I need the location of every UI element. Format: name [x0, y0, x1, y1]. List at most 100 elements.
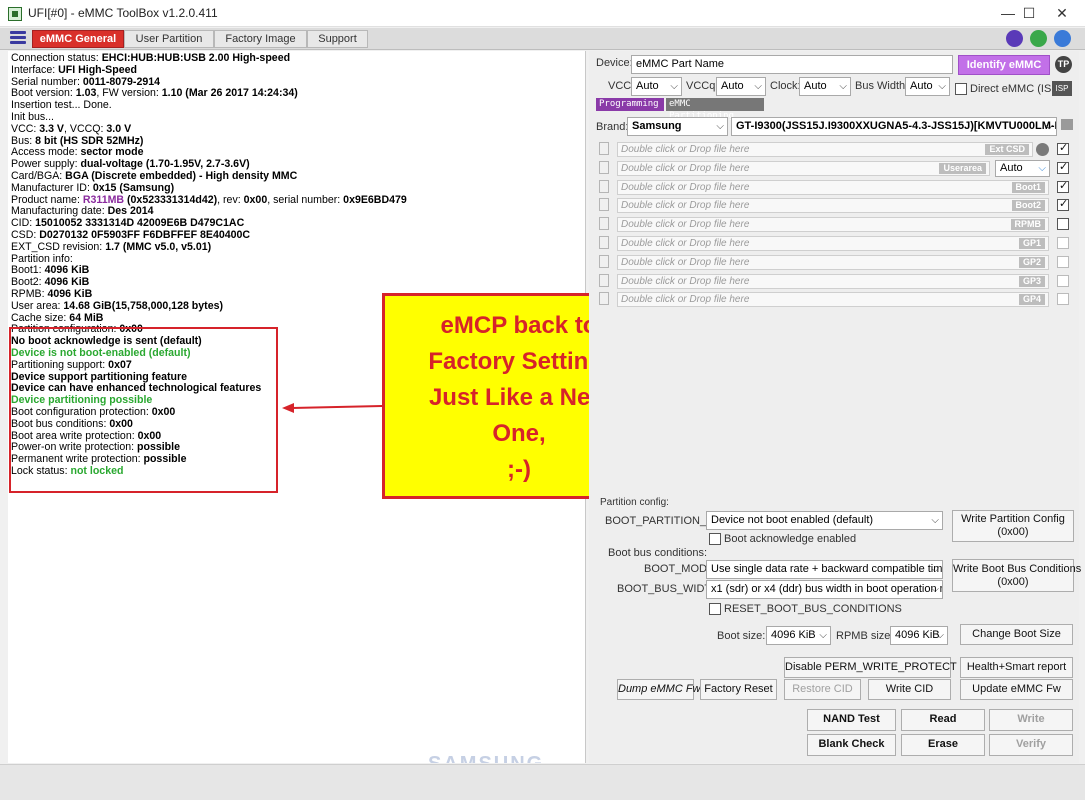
log-segment: RPMB:: [11, 288, 48, 300]
partition-checkbox[interactable]: [1057, 141, 1069, 155]
erase-button[interactable]: Erase: [901, 734, 985, 756]
file-drop-field[interactable]: Double click or Drop file here GP4: [617, 292, 1049, 308]
subtab-programming[interactable]: Programming: [596, 98, 664, 111]
log-segment: Card/BGA:: [11, 170, 66, 182]
health-smart-report-button[interactable]: Health+Smart report: [960, 657, 1073, 678]
log-segment: Interface:: [11, 63, 59, 76]
vcc-select[interactable]: Auto ⌵: [631, 77, 682, 96]
partition-checkbox[interactable]: [1057, 197, 1069, 212]
file-drop-field[interactable]: Double click or Drop file here RPMB: [617, 217, 1049, 233]
file-placeholder: Double click or Drop file here: [621, 200, 750, 212]
tab-factory-image[interactable]: Factory Image: [214, 30, 307, 48]
log-segment: , serial number:: [267, 193, 344, 206]
file-icon: [599, 217, 609, 231]
boot-ack-checkbox[interactable]: [709, 533, 721, 545]
log-segment: 4096 KiB: [44, 264, 90, 277]
reset-boot-bus-checkbox[interactable]: [709, 603, 721, 615]
log-segment: CSD:: [11, 229, 40, 241]
tab-support[interactable]: Support: [307, 30, 368, 48]
dump-emmc-fw-button[interactable]: Dump eMMC Fw: [617, 679, 701, 700]
write-partition-config-button[interactable]: Write Partition Config (0x00): [952, 510, 1074, 542]
vccq-label: VCCq:: [686, 80, 719, 92]
identify-emmc-button[interactable]: Identify eMMC: [958, 55, 1050, 75]
direct-emmc-checkbox[interactable]: [955, 83, 967, 95]
update-emmc-fw-button[interactable]: Update eMMC Fw: [960, 679, 1073, 700]
vccq-select[interactable]: Auto ⌵: [716, 77, 766, 96]
log-line: Card/BGA: BGA (Discrete embedded) - High…: [11, 170, 297, 182]
nand-test-button[interactable]: NAND Test: [807, 709, 896, 731]
model-select[interactable]: GT-I9300(JSS15J.I9300XXUGNA5-4.3-JSS15J)…: [731, 117, 1057, 136]
folder-icon[interactable]: [1061, 119, 1073, 130]
record-icon[interactable]: [1036, 143, 1049, 156]
file-drop-field[interactable]: Double click or Drop file here Boot1: [617, 179, 1049, 195]
partition-checkbox[interactable]: [1057, 255, 1069, 268]
tp-badge[interactable]: TP: [1055, 56, 1072, 73]
brand-select[interactable]: Samsung ⌵: [627, 117, 728, 136]
verify-button[interactable]: Verify: [989, 734, 1073, 756]
write-cid-button[interactable]: Write CID: [868, 679, 951, 700]
file-icon: [599, 236, 609, 249]
boot-size-select[interactable]: 4096 KiB ⌵: [766, 626, 831, 645]
userarea-mode-select[interactable]: Auto ⌵: [995, 159, 1050, 177]
partition-checkbox[interactable]: [1057, 160, 1069, 174]
menu-icon[interactable]: [10, 31, 26, 47]
partition-checkbox[interactable]: [1057, 293, 1069, 306]
log-segment: R311MB: [82, 193, 125, 206]
disable-perm-write-protect-button[interactable]: Disable PERM_WRITE_PROTECT: [784, 657, 957, 678]
file-drop-field[interactable]: Double click or Drop file here GP1: [617, 236, 1049, 251]
file-drop-field[interactable]: Double click or Drop file here GP3: [617, 273, 1049, 289]
highlight-box: [9, 327, 278, 493]
boot-partition-en-label: BOOT_PARTITION_EN: [605, 515, 722, 527]
write-boot-bus-conditions-button[interactable]: Write Boot Bus Conditions (0x00): [952, 559, 1081, 592]
change-boot-size-button[interactable]: Change Boot Size: [960, 624, 1073, 645]
device-name-field[interactable]: eMMC Part Name: [631, 55, 953, 74]
tab-emmc-general[interactable]: eMMC General: [32, 30, 124, 48]
partition-checkbox[interactable]: [1057, 218, 1069, 231]
file-drop-field[interactable]: Double click or Drop file here Boot2: [617, 198, 1049, 214]
isp-badge[interactable]: ISP: [1052, 81, 1072, 96]
status-bar: [0, 764, 1085, 800]
log-segment: Boot version:: [11, 87, 76, 100]
refresh-icon[interactable]: [1030, 30, 1047, 47]
boot-partition-en-select[interactable]: Device not boot enabled (default) ⌵: [706, 511, 943, 530]
file-placeholder: Double click or Drop file here: [621, 219, 750, 231]
file-icon: [599, 142, 609, 155]
factory-reset-button[interactable]: Factory Reset: [700, 679, 777, 700]
write-button[interactable]: Write: [989, 709, 1073, 731]
brand-label: Brand:: [596, 121, 629, 133]
partition-tag: Userarea: [939, 162, 986, 174]
partition-checkbox[interactable]: [1057, 179, 1069, 193]
read-button[interactable]: Read: [901, 709, 985, 731]
log-line: VCC: 3.3 V, VCCQ: 3.0 V: [11, 123, 131, 135]
restore-cid-button[interactable]: Restore CID: [784, 679, 861, 700]
boot-mode-select[interactable]: Use single data rate + backward compatib…: [706, 560, 943, 579]
boot-mode-label: BOOT_MODE: [644, 563, 715, 575]
tab-user-partition[interactable]: User Partition: [124, 30, 214, 48]
partition-checkbox[interactable]: [1057, 237, 1069, 249]
blank-check-button[interactable]: Blank Check: [807, 734, 896, 756]
file-drop-field[interactable]: Double click or Drop file here Ext CSD: [617, 142, 1033, 157]
partition-checkbox[interactable]: [1057, 274, 1069, 287]
skin-icon[interactable]: [1006, 30, 1023, 47]
rpmb-size-label: RPMB size:: [836, 630, 894, 642]
file-drop-field[interactable]: Double click or Drop file here Userarea: [617, 160, 990, 176]
right-panel: Device: eMMC Part Name Identify eMMC TP …: [589, 51, 1081, 763]
boot-bus-width-select[interactable]: x1 (sdr) or x4 (ddr) bus width in boot o…: [706, 580, 943, 599]
samsung-watermark: SAMSUNG: [428, 753, 544, 763]
clock-select[interactable]: Auto ⌵: [799, 77, 851, 96]
bus-width-select[interactable]: Auto ⌵: [905, 77, 950, 96]
log-line: Interface: UFI High-Speed: [11, 64, 137, 76]
partition-tag: GP4: [1018, 294, 1045, 306]
annotation-arrow: [282, 403, 383, 413]
rpmb-size-select[interactable]: 4096 KiB ⌵: [890, 626, 948, 645]
file-placeholder: Double click or Drop file here: [621, 181, 750, 193]
log-segment: Bus:: [11, 134, 36, 147]
subtab-emmc-partitioning[interactable]: eMMC Partitioning: [666, 98, 764, 121]
close-button[interactable]: ✕: [1039, 0, 1085, 27]
log-line: CSD: D0270132 0F5903FF F6DBFFEF 8E40400C: [11, 229, 250, 241]
settings-gear-icon[interactable]: [1054, 30, 1071, 47]
file-icon: [599, 273, 609, 287]
log-segment: Partition info:: [11, 252, 73, 265]
file-drop-field[interactable]: Double click or Drop file here GP2: [617, 254, 1049, 270]
log-line: Init bus...: [11, 111, 54, 123]
